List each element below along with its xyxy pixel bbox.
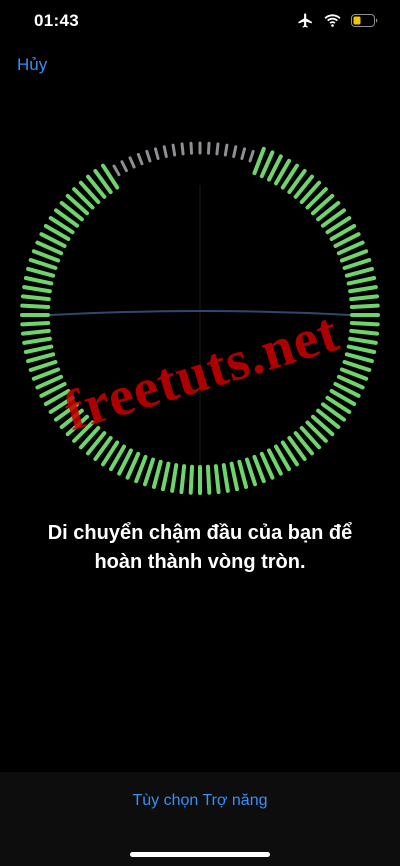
ring-tick-complete <box>20 303 51 310</box>
ring-tick-complete <box>26 266 56 278</box>
ring-tick-pending <box>120 160 128 173</box>
ring-tick-complete <box>26 352 56 364</box>
ring-tick-complete <box>229 461 240 492</box>
ring-tick-complete <box>348 285 378 294</box>
wifi-icon <box>324 14 341 32</box>
ring-tick-complete <box>205 464 212 495</box>
ring-tick-pending <box>215 142 220 156</box>
ring-tick-complete <box>31 249 61 263</box>
ring-tick-complete <box>221 463 230 493</box>
status-time: 01:43 <box>34 11 79 30</box>
ring-tick-complete <box>28 257 58 271</box>
accessibility-options-button[interactable]: Tùy chọn Trợ năng <box>0 792 400 810</box>
ring-tick-pending <box>162 145 168 159</box>
ring-tick-complete <box>344 352 374 364</box>
cancel-button[interactable]: Hủy <box>17 55 47 75</box>
ring-tick-complete <box>349 303 380 310</box>
ring-tick-complete <box>344 266 374 278</box>
status-bar: 01:43 <box>0 0 400 44</box>
ring-tick-complete <box>134 454 148 484</box>
ring-tick-complete <box>252 146 266 176</box>
ring-tick-complete <box>339 249 369 263</box>
ring-tick-complete <box>160 461 171 492</box>
ring-tick-complete <box>349 294 380 302</box>
status-icons <box>297 12 378 34</box>
ring-tick-complete <box>339 367 369 381</box>
ring-tick-complete <box>349 328 380 336</box>
ring-tick-complete <box>188 464 195 495</box>
ring-tick-pending <box>206 141 211 155</box>
ring-tick-pending <box>128 156 136 169</box>
airplane-icon <box>297 12 314 34</box>
ring-tick-complete <box>237 459 249 489</box>
ring-tick-pending <box>136 152 144 166</box>
ring-tick-complete <box>342 359 372 373</box>
ring-tick-complete <box>342 257 372 271</box>
ring-tick-complete <box>170 463 179 493</box>
ring-tick-complete <box>20 320 51 327</box>
ring-tick-complete <box>346 275 377 286</box>
face-id-scan-ring <box>0 135 400 515</box>
instruction-line-2: hoàn thành vòng tròn. <box>94 551 306 573</box>
progress-ring-svg <box>20 141 380 495</box>
ring-tick-complete <box>151 459 163 489</box>
ring-tick-pending <box>145 149 152 163</box>
ring-tick-complete <box>31 367 61 381</box>
ring-tick-complete <box>348 336 378 345</box>
ring-tick-complete <box>213 464 221 495</box>
home-indicator[interactable] <box>130 852 270 857</box>
ring-tick-complete <box>22 285 52 294</box>
ring-tick-complete <box>20 294 51 302</box>
ring-tick-complete <box>244 457 258 487</box>
ring-tick-pending <box>153 147 160 161</box>
instruction-text: Di chuyển chậm đầu của bạn để hoàn thành… <box>20 519 380 577</box>
ring-tick-pending <box>248 149 255 163</box>
ring-tick-pending <box>223 143 229 157</box>
ring-tick-complete <box>23 344 54 355</box>
ring-tick-pending <box>112 164 121 177</box>
ring-tick-complete <box>349 320 380 327</box>
ring-tick-pending <box>189 141 194 155</box>
battery-icon <box>351 14 378 32</box>
ring-tick-complete <box>23 275 54 286</box>
ring-tick-complete <box>142 457 156 487</box>
ring-tick-complete <box>346 344 377 355</box>
ring-tick-complete <box>179 464 187 495</box>
ring-tick-pending <box>232 145 238 159</box>
ring-tick-pending <box>171 143 177 157</box>
ring-tick-complete <box>28 359 58 373</box>
ring-tick-complete <box>22 336 52 345</box>
ring-tick-complete <box>252 454 266 484</box>
ring-tick-pending <box>240 147 247 161</box>
ring-tick-complete <box>20 328 51 336</box>
instruction-line-1: Di chuyển chậm đầu của bạn để <box>47 522 353 544</box>
ring-tick-pending <box>180 142 185 156</box>
